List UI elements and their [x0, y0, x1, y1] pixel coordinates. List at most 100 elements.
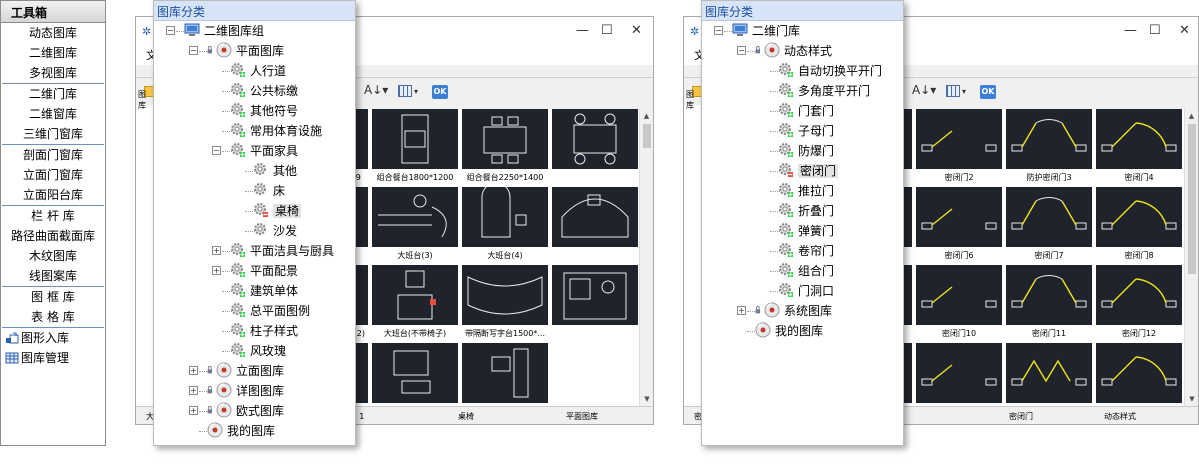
import-graphic-tool[interactable]: 图形入库 — [1, 328, 105, 348]
tree-node[interactable]: 防爆门 — [778, 141, 834, 161]
tree-node[interactable]: 平面配景 — [230, 261, 298, 281]
library-manage-tool[interactable]: 图库管理 — [1, 348, 105, 368]
library-thumbnail[interactable]: 密闭门10 — [914, 265, 1004, 343]
ok-button[interactable]: OK — [432, 85, 448, 99]
tree-node[interactable]: 平面家具 — [230, 141, 298, 161]
toolbox-item[interactable]: 木纹图库 — [2, 246, 104, 266]
sort-icon[interactable]: A↓▾ — [364, 83, 388, 101]
tree-node[interactable]: 床 — [253, 181, 285, 201]
tree-node[interactable]: 动态样式 — [755, 41, 832, 61]
library-thumbnail[interactable]: 防护密闭门3 — [1004, 109, 1094, 187]
tree-node[interactable]: 常用体育设施 — [230, 121, 322, 141]
tree-node[interactable]: 子母门 — [778, 121, 834, 141]
library-thumbnail[interactable]: 大班台(4) — [460, 182, 550, 265]
scroll-up-icon[interactable]: ▲ — [640, 109, 653, 123]
tree-node[interactable]: 其他 — [253, 161, 297, 181]
tree-node[interactable]: 卷帘门 — [778, 241, 834, 261]
toolbox-item[interactable]: 线图案库 — [2, 266, 104, 286]
tree-node[interactable]: 推拉门 — [778, 181, 834, 201]
scroll-down-icon[interactable]: ▼ — [1185, 392, 1199, 406]
tree-node[interactable]: 我的图库 — [207, 421, 275, 441]
collapse-toggle[interactable]: − — [737, 46, 746, 55]
tree-node[interactable]: 门套门 — [778, 101, 834, 121]
toolbox-item[interactable]: 三维门窗库 — [2, 124, 104, 144]
library-thumbnail[interactable]: 带隔断写字台1500*... — [460, 265, 550, 343]
library-thumbnail[interactable] — [550, 265, 640, 343]
sort-icon[interactable]: A↓▾ — [912, 83, 936, 101]
view-dropdown-icon[interactable]: ▾ — [414, 87, 418, 105]
view-grid-icon[interactable] — [398, 85, 412, 97]
library-thumbnail[interactable] — [550, 187, 640, 265]
expand-toggle[interactable]: + — [212, 266, 221, 275]
tree-node[interactable]: 我的图库 — [755, 321, 823, 341]
library-thumbnail[interactable]: 大班台(不带椅子) — [370, 265, 460, 343]
tree-node[interactable]: 柱子样式 — [230, 321, 298, 341]
library-thumbnail[interactable]: 密闭门12 — [1094, 265, 1184, 343]
collapse-toggle[interactable]: − — [212, 146, 221, 155]
library-thumbnail[interactable]: 密闭门7 — [1004, 187, 1094, 265]
toolbox-item[interactable]: 立面门窗库 — [2, 165, 104, 185]
minimize-button[interactable]: — — [576, 23, 589, 38]
scroll-thumb[interactable] — [1188, 124, 1196, 274]
expand-toggle[interactable]: + — [189, 386, 198, 395]
tree-node[interactable]: 沙发 — [253, 221, 297, 241]
library-thumbnail[interactable]: 密闭门11 — [1004, 265, 1094, 343]
tree-node[interactable]: 组合门 — [778, 261, 834, 281]
tree-node[interactable]: 多角度平开门 — [778, 81, 870, 101]
toolbox-item[interactable]: 栏 杆 库 — [2, 206, 104, 226]
tree-node[interactable]: 公共标缴 — [230, 81, 298, 101]
toolbox-item[interactable]: 二维门库 — [2, 84, 104, 104]
maximize-button[interactable]: ☐ — [601, 23, 613, 38]
tree-node[interactable]: 门洞口 — [778, 281, 834, 301]
library-thumbnail[interactable]: 密闭门8 — [1094, 187, 1184, 265]
maximize-button[interactable]: ☐ — [1149, 23, 1161, 38]
toolbox-item[interactable]: 动态图库 — [2, 23, 104, 43]
expand-toggle[interactable]: + — [189, 406, 198, 415]
expand-toggle[interactable]: + — [189, 366, 198, 375]
library-thumbnail[interactable]: 组合餐台1800*1200 — [370, 109, 460, 187]
close-button[interactable]: ✕ — [1179, 23, 1190, 38]
collapse-toggle[interactable]: − — [189, 46, 198, 55]
library-thumbnail[interactable] — [550, 109, 640, 187]
tree-node[interactable]: 详图图库 — [207, 381, 284, 401]
library-thumbnail[interactable]: 密闭门2 — [914, 109, 1004, 187]
tree-node[interactable]: 风玫瑰 — [230, 341, 286, 361]
minimize-button[interactable]: — — [1124, 23, 1137, 38]
tree-node[interactable]: 平面图库 — [207, 41, 284, 61]
tree-node[interactable]: 系统图库 — [755, 301, 832, 321]
tree-node[interactable]: 折叠门 — [778, 201, 834, 221]
expand-toggle[interactable]: + — [212, 246, 221, 255]
collapse-toggle[interactable]: − — [166, 26, 175, 35]
toolbox-item[interactable]: 图 框 库 — [2, 287, 104, 307]
close-button[interactable]: ✕ — [631, 23, 642, 38]
tree-node[interactable]: 二维图库组 — [184, 21, 264, 41]
tree-node[interactable]: 自动切换平开门 — [778, 61, 882, 81]
view-dropdown-icon[interactable]: ▾ — [962, 87, 966, 105]
view-grid-icon[interactable] — [946, 85, 960, 97]
collapse-toggle[interactable]: − — [714, 26, 723, 35]
toolbox-item[interactable]: 立面阳台库 — [2, 185, 104, 205]
tree-node[interactable]: 平面洁具与厨具 — [230, 241, 334, 261]
tree-node[interactable]: 总平面图例 — [230, 301, 310, 321]
tree-node[interactable]: 欧式图库 — [207, 401, 284, 421]
tree-node[interactable]: 桌椅 — [253, 201, 302, 221]
tree-node[interactable]: 其他符号 — [230, 101, 298, 121]
toolbox-item[interactable]: 二维图库 — [2, 43, 104, 63]
scroll-up-icon[interactable]: ▲ — [1185, 109, 1198, 123]
library-thumbnail[interactable]: 大班台(3) — [370, 187, 460, 265]
toolbox-item[interactable]: 路径曲面截面库 — [2, 226, 104, 246]
toolbox-item[interactable]: 表 格 库 — [2, 307, 104, 327]
library-thumbnail[interactable]: 密闭门4 — [1094, 109, 1184, 187]
vertical-scrollbar[interactable]: ▲ ▼ — [639, 109, 653, 406]
toolbox-item[interactable]: 剖面门窗库 — [2, 145, 104, 165]
library-thumbnail[interactable]: 组合餐台2250*1400 — [460, 109, 550, 187]
expand-toggle[interactable]: + — [737, 306, 746, 315]
toolbox-item[interactable]: 二维窗库 — [2, 104, 104, 124]
toolbox-item[interactable]: 多视图库 — [2, 63, 104, 83]
tree-node[interactable]: 立面图库 — [207, 361, 284, 381]
library-thumbnail[interactable]: 密闭门6 — [914, 187, 1004, 265]
tree-node[interactable]: 二维门库 — [732, 21, 800, 41]
scroll-thumb[interactable] — [643, 124, 651, 148]
tree-node[interactable]: 人行道 — [230, 61, 286, 81]
scroll-down-icon[interactable]: ▼ — [640, 392, 654, 406]
